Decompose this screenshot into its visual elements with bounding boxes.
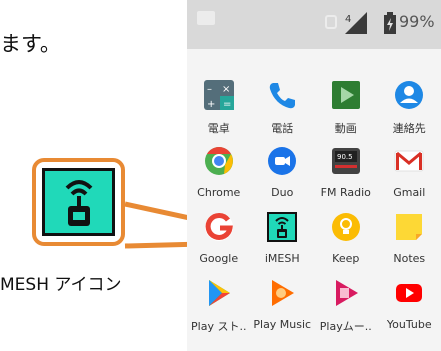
app-label: Gmail: [393, 186, 426, 199]
imesh-icon: [265, 210, 299, 244]
app-label: iMESH: [264, 252, 300, 265]
app-label: YouTube: [386, 318, 432, 331]
app-youtube[interactable]: YouTube: [378, 272, 441, 338]
battery-percent: 99%: [399, 12, 435, 31]
app-label: Google: [199, 252, 239, 265]
app-imesh[interactable]: iMESH: [251, 206, 315, 272]
app-fm-radio[interactable]: 90.5 FM Radio: [314, 140, 378, 206]
app-label: Keep: [332, 252, 360, 265]
app-calculator[interactable]: – × + = 電卓: [187, 74, 251, 140]
app-label: Duo: [271, 186, 294, 199]
app-play-music[interactable]: Play Music: [251, 272, 315, 338]
app-google[interactable]: Google: [187, 206, 251, 272]
imesh-icon: [42, 168, 115, 236]
app-label: Play スト..: [191, 320, 247, 333]
app-label: FM Radio: [320, 186, 371, 199]
app-duo[interactable]: Duo: [251, 140, 315, 206]
app-label: 動画: [334, 122, 357, 135]
app-keep[interactable]: Keep: [314, 206, 378, 272]
app-grid: – × + = 電卓 電話 動画 連絡先 Chrome Duo 90.5 FM …: [187, 74, 441, 338]
gmail-icon: [392, 144, 426, 178]
contacts-icon: [392, 78, 426, 112]
svg-text:+: +: [207, 99, 215, 110]
app-label: 連絡先: [392, 122, 426, 135]
phone-screen: 4 99% – × + = 電卓 電話 動画 連絡先 Chrome Duo 90…: [187, 0, 441, 351]
app-label: Play Music: [253, 318, 312, 331]
app-gmail[interactable]: Gmail: [378, 140, 441, 206]
battery-icon: [384, 12, 396, 34]
app-phone[interactable]: 電話: [251, 74, 315, 140]
notification-icon: [197, 11, 215, 25]
app-chrome[interactable]: Chrome: [187, 140, 251, 206]
svg-text:–: –: [207, 84, 212, 95]
notes-icon: [392, 210, 426, 244]
google-icon: [202, 210, 236, 244]
svg-text:4: 4: [345, 14, 351, 25]
imesh-caption: MESH アイコン: [0, 275, 122, 295]
fm-radio-icon: 90.5: [329, 144, 363, 178]
play-music-icon: [265, 276, 299, 310]
keep-icon: [329, 210, 363, 244]
app-label: Playムー..: [319, 320, 372, 333]
svg-text:90.5: 90.5: [337, 153, 353, 161]
video-play-icon: [329, 78, 363, 112]
app-label: Notes: [393, 252, 426, 265]
svg-text:×: ×: [222, 84, 230, 95]
play-store-icon: [202, 276, 236, 310]
signal-icon: 4: [345, 12, 367, 34]
instruction-text: ます。: [0, 32, 61, 56]
app-label: 電卓: [207, 122, 230, 135]
youtube-icon: [392, 276, 426, 310]
app-play-store[interactable]: Play スト..: [187, 272, 251, 338]
calculator-icon: – × + =: [202, 78, 236, 112]
play-movies-icon: [329, 276, 363, 310]
app-contacts[interactable]: 連絡先: [378, 74, 441, 140]
phone-icon: [265, 78, 299, 112]
svg-text:=: =: [223, 99, 231, 110]
status-bar: 4 99%: [187, 0, 441, 49]
vibrate-icon: [325, 15, 337, 29]
duo-icon: [265, 144, 299, 178]
imesh-callout: [32, 158, 125, 246]
app-play-movies[interactable]: Playムー..: [314, 272, 378, 338]
app-label: Chrome: [197, 186, 241, 199]
app-notes[interactable]: Notes: [378, 206, 441, 272]
chrome-icon: [202, 144, 236, 178]
app-video[interactable]: 動画: [314, 74, 378, 140]
app-label: 電話: [271, 122, 294, 135]
